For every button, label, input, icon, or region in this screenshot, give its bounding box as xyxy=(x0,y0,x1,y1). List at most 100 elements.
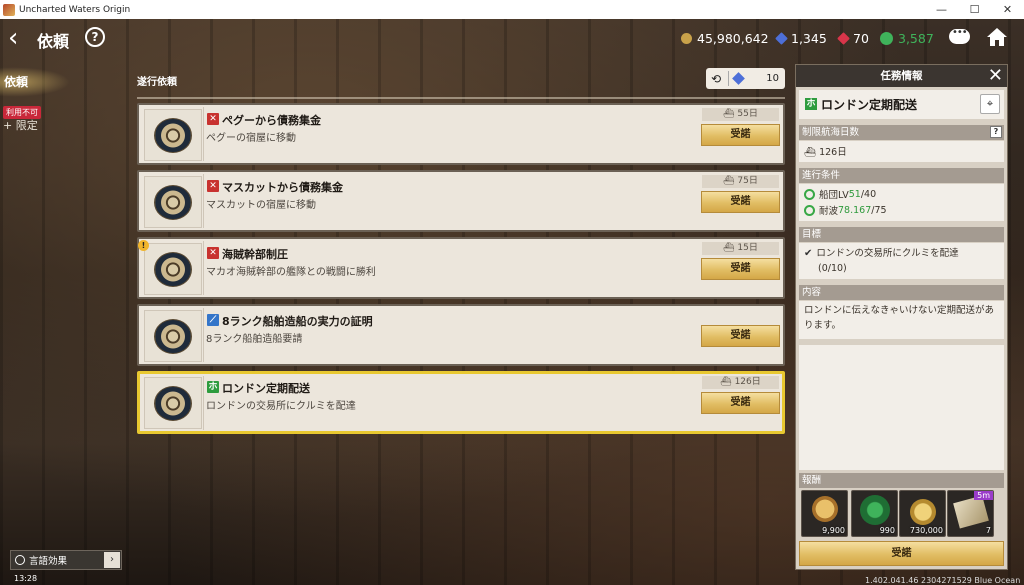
refresh-counter[interactable]: ⟲ 10 xyxy=(706,68,785,89)
quest-title: マスカットから債務集金 xyxy=(222,181,343,194)
page-title: 依頼 xyxy=(37,32,70,51)
minimize-button[interactable]: — xyxy=(925,0,958,19)
sapphire-icon xyxy=(775,32,788,45)
maximize-button[interactable]: ☐ xyxy=(958,0,991,19)
coin-icon xyxy=(910,499,936,525)
chat-icon[interactable] xyxy=(949,27,970,44)
ship-icon: ⛴ xyxy=(723,109,735,119)
quest-days: ⛴ 55日 xyxy=(702,108,779,121)
accept-button[interactable]: 受諾 xyxy=(701,392,780,414)
quest-thumbnail xyxy=(144,176,202,228)
sapphire-currency: 1,345 xyxy=(775,31,827,46)
refresh-icon[interactable]: ⟲ xyxy=(711,72,723,86)
sapphire-value: 1,345 xyxy=(791,31,827,46)
ship-icon: ⛴ xyxy=(804,147,817,158)
check-circle-icon xyxy=(804,188,815,200)
accept-button[interactable]: 受諾 xyxy=(701,124,780,146)
emblem-value: 3,587 xyxy=(898,31,934,46)
header-divider xyxy=(137,97,785,99)
close-icon[interactable]: ✕ xyxy=(988,66,1003,86)
limit-days-value: 126日 xyxy=(819,147,847,158)
ruby-value: 70 xyxy=(853,31,869,46)
globe-icon xyxy=(15,555,25,565)
time-badge: 5m xyxy=(974,491,993,500)
trade-category-icon: ホ xyxy=(207,381,219,393)
combat-category-icon: ✕ xyxy=(207,180,219,192)
location-pin-icon[interactable]: ⌖ xyxy=(980,94,1000,114)
panel-quest-header: ホ ロンドン定期配送 ⌖ xyxy=(799,90,1004,119)
sapphire-icon xyxy=(732,72,745,85)
quest-row[interactable]: ✕ ペグーから債務集金 ペグーの宿屋に移動 ⛴ 55日 受諾 xyxy=(137,103,785,165)
panel-accept-button[interactable]: 受諾 xyxy=(799,541,1004,566)
quest-description: 8ランク船舶造船要請 xyxy=(206,334,303,345)
quest-thumbnail xyxy=(144,310,202,362)
side-tab-limited[interactable]: + 限定 xyxy=(3,117,38,133)
quest-days: ⛴ 15日 xyxy=(702,242,779,255)
limit-days-body: ⛴ 126日 xyxy=(799,141,1004,162)
content-body: ロンドンに伝えなきゃいけない定期配送があります。 xyxy=(799,301,1004,339)
goal-progress: (0/10) xyxy=(818,263,847,274)
side-tab-requests[interactable]: 依頼 xyxy=(4,73,28,90)
gold-value: 45,980,642 xyxy=(697,31,769,46)
language-effect-button[interactable]: 言語効果 › xyxy=(10,550,122,570)
laurel-icon xyxy=(860,495,890,525)
compass-icon xyxy=(154,386,192,421)
quest-row-selected[interactable]: ホ ロンドン定期配送 ロンドンの交易所にクルミを配達 ⛴ 126日 受諾 xyxy=(137,371,785,434)
condition-row: 耐波 78.167/75 xyxy=(804,202,999,218)
accept-button[interactable]: 受諾 xyxy=(701,258,780,280)
reward-slot[interactable]: 9,900 xyxy=(801,490,848,537)
scroll-icon xyxy=(953,495,989,529)
quest-thumbnail xyxy=(144,377,202,429)
reward-slot[interactable]: 5m 7 xyxy=(947,490,994,537)
trade-category-icon: ホ xyxy=(805,98,817,110)
app-icon xyxy=(3,3,15,16)
goal-text: ロンドンの交易所にクルミを配達 xyxy=(816,248,959,259)
ship-icon: ⛴ xyxy=(723,243,735,253)
quest-description: ロンドンの交易所にクルミを配達 xyxy=(206,401,356,412)
help-icon[interactable]: ? xyxy=(85,27,105,47)
quest-description: マスカットの宿屋に移動 xyxy=(206,200,316,211)
quest-title: 海賊幹部制圧 xyxy=(222,248,288,261)
quest-row[interactable]: ✕ 海賊幹部制圧 マカオ海賊幹部の艦隊との戦闘に勝利 ⛴ 15日 受諾 xyxy=(137,237,785,299)
panel-header: 任務情報 ✕ xyxy=(796,65,1007,87)
close-window-button[interactable]: ✕ xyxy=(991,0,1024,19)
combat-category-icon: ✕ xyxy=(207,113,219,125)
quest-title: ロンドン定期配送 xyxy=(222,382,310,395)
panel-title: 任務情報 xyxy=(880,70,923,82)
accept-button[interactable]: 受諾 xyxy=(701,325,780,347)
quest-row[interactable]: ✕ マスカットから債務集金 マスカットの宿屋に移動 ⛴ 75日 受諾 xyxy=(137,170,785,232)
window-title: Uncharted Waters Origin xyxy=(19,4,131,15)
shipbuilding-category-icon: ⟋ xyxy=(207,314,219,326)
quest-days: ⛴ 126日 xyxy=(702,376,779,389)
compass-icon xyxy=(154,185,192,220)
medal-icon xyxy=(812,496,838,522)
ship-icon: ⛴ xyxy=(720,377,732,387)
clock: 13:28 xyxy=(14,574,38,583)
goal-body: ✔ ロンドンの交易所にクルミを配達 (0/10) xyxy=(799,243,1004,279)
ruby-currency: 70 xyxy=(837,31,869,46)
version-info: 1.402.041.46 2304271529 Blue Ocean xyxy=(865,576,1021,585)
reward-slot[interactable]: 730,000 xyxy=(899,490,946,537)
back-arrow-icon[interactable]: ‹ xyxy=(8,25,30,51)
gold-coin-icon xyxy=(681,33,692,44)
ruby-icon xyxy=(837,32,850,45)
compass-icon xyxy=(154,319,192,354)
help-icon[interactable]: ? xyxy=(990,126,1002,138)
compass-icon xyxy=(154,252,192,287)
top-bar: ‹ 依頼 ? 45,980,642 1,345 70 3,587 xyxy=(0,19,1024,59)
quest-row[interactable]: ⟋ 8ランク船舶造船の実力の証明 8ランク船舶造船要請 受諾 xyxy=(137,304,785,366)
reward-slot[interactable]: 990 xyxy=(851,490,898,537)
accept-button[interactable]: 受諾 xyxy=(701,191,780,213)
content-header: 内容 xyxy=(799,285,1004,300)
quest-description: マカオ海賊幹部の艦隊との戦闘に勝利 xyxy=(206,267,376,278)
limit-days-header: 制限航海日数 ? xyxy=(799,125,1004,140)
quest-thumbnail xyxy=(144,109,202,161)
chevron-right-icon[interactable]: › xyxy=(104,552,120,568)
quest-description: ペグーの宿屋に移動 xyxy=(206,133,296,144)
conditions-header: 進行条件 xyxy=(799,168,1004,183)
emblem-icon xyxy=(880,32,893,45)
quest-thumbnail xyxy=(144,243,202,295)
panel-empty-area xyxy=(799,345,1004,470)
home-icon[interactable] xyxy=(986,27,1008,47)
check-circle-icon xyxy=(804,204,815,216)
